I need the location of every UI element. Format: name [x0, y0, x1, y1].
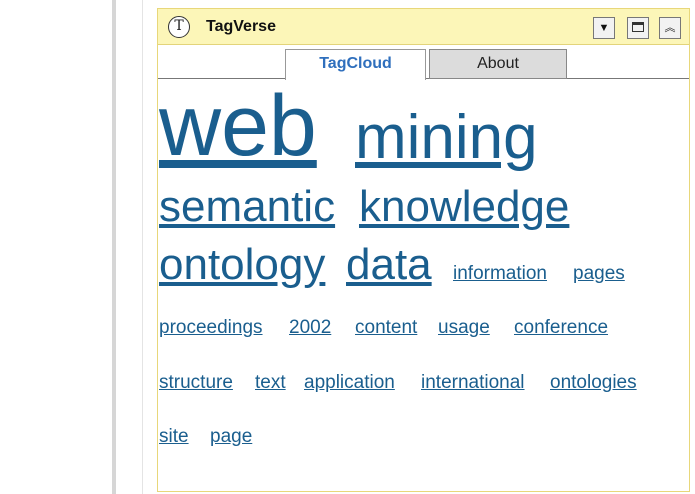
tag-link[interactable]: web — [159, 83, 317, 169]
tag-link[interactable]: page — [210, 426, 252, 448]
collapse-button[interactable]: ︽ — [659, 17, 681, 39]
double-chevron-up-icon: ︽ — [664, 22, 676, 34]
tab-about[interactable]: About — [429, 49, 567, 79]
tag-link[interactable]: content — [355, 317, 417, 339]
tag-link[interactable]: conference — [514, 317, 608, 339]
tag-link[interactable]: ontologies — [550, 372, 637, 394]
tagverse-widget: T TagVerse ▼ ︽ TagCloud About web mining… — [157, 8, 690, 492]
widget-title: TagVerse — [206, 18, 276, 35]
tag-link[interactable]: information — [453, 263, 547, 285]
tag-link[interactable]: 2002 — [289, 317, 331, 339]
tag-link[interactable]: application — [304, 372, 395, 394]
tag-link[interactable]: proceedings — [159, 317, 263, 339]
maximize-button[interactable] — [627, 17, 649, 39]
dropdown-menu-button[interactable]: ▼ — [593, 17, 615, 39]
tag-link[interactable]: usage — [438, 317, 490, 339]
tag-link[interactable]: ontology — [159, 241, 325, 289]
pane-divider — [112, 0, 116, 494]
tag-link[interactable]: knowledge — [359, 183, 569, 231]
tag-link[interactable]: international — [421, 372, 525, 394]
tab-bar: TagCloud About — [158, 45, 689, 80]
tag-link[interactable]: mining — [355, 107, 538, 169]
tab-tagcloud[interactable]: TagCloud — [285, 49, 426, 80]
tag-link[interactable]: pages — [573, 263, 625, 285]
pane-border — [142, 0, 143, 494]
tag-link[interactable]: semantic — [159, 183, 335, 231]
widget-titlebar: T TagVerse ▼ ︽ — [158, 9, 689, 45]
triangle-down-icon: ▼ — [598, 22, 610, 34]
tagverse-logo-icon: T — [168, 16, 190, 38]
tag-link[interactable]: data — [346, 241, 432, 289]
tag-link[interactable]: structure — [159, 372, 233, 394]
tag-link[interactable]: site — [159, 426, 189, 448]
tag-link[interactable]: text — [255, 372, 286, 394]
window-icon — [632, 22, 644, 32]
